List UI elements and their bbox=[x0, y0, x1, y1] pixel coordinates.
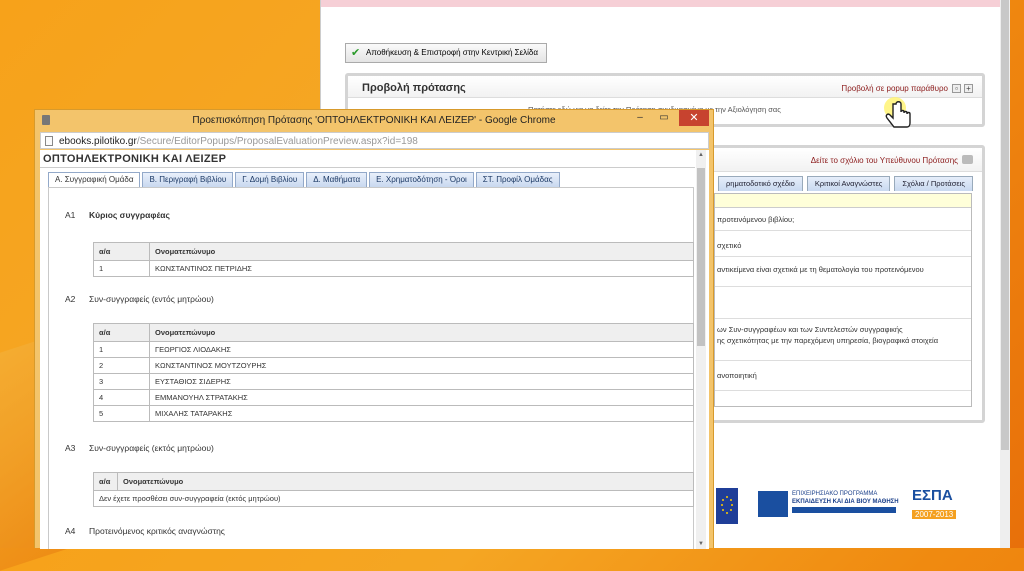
table-row: 2 ΚΩΝΣΤΑΝΤΙΝΟΣ ΜΟΥΤΖΟΥΡΗΣ bbox=[93, 357, 694, 374]
evaluation-table: προτεινόμενου βιβλίου; σχετικό αντικείμε… bbox=[714, 193, 972, 407]
evaluation-row: σχετικό bbox=[717, 241, 742, 250]
tab-comments[interactable]: Σχόλια / Προτάσεις bbox=[894, 176, 974, 191]
highlighted-row bbox=[715, 194, 971, 208]
table-row: 4 ΕΜΜΑΝΟΥΗΛ ΣΤΡΑΤΑΚΗΣ bbox=[93, 389, 694, 406]
page-icon bbox=[45, 136, 53, 146]
section-a1: Α1 Κύριος συγγραφέας bbox=[65, 210, 170, 220]
popup-browser-window: Προεπισκόπηση Πρότασης 'ΟΠΤΟΗΛΕΚΤΡΟΝΙΚΗ … bbox=[34, 109, 714, 549]
window-titlebar[interactable]: Προεπισκόπηση Πρότασης 'ΟΠΤΟΗΛΕΚΤΡΟΝΙΚΗ … bbox=[35, 110, 713, 130]
col-aa: α/α bbox=[93, 242, 150, 261]
checkmark-icon: ✔ bbox=[351, 47, 361, 59]
popup-scrollbar[interactable]: ▲ ▼ bbox=[696, 150, 706, 549]
scroll-up-icon[interactable]: ▲ bbox=[697, 152, 705, 158]
scroll-down-icon[interactable]: ▼ bbox=[697, 541, 705, 547]
save-and-return-button[interactable]: ✔ Αποθήκευση & Επιστροφή στην Κεντρική Σ… bbox=[345, 43, 547, 63]
popup-content: ΟΠΤΟΗΛΕΚΤΡΟΝΙΚΗ ΚΑΙ ΛΕΙΖΕΡ Α. Συγγραφική… bbox=[40, 150, 709, 549]
expand-icon[interactable]: + bbox=[964, 84, 973, 93]
tab-book-structure[interactable]: Γ. Δομή Βιβλίου bbox=[235, 172, 305, 187]
tab-funding-terms[interactable]: Ε. Χρηματοδότηση - Όροι bbox=[369, 172, 474, 187]
espa-logo: ΕΣΠΑ 2007-2013 bbox=[912, 488, 976, 524]
comment-icon[interactable] bbox=[962, 155, 973, 164]
col-aa: α/α bbox=[93, 323, 150, 342]
evaluation-row: ων Συν-συγγραφέων και των Συντελεστών συ… bbox=[717, 325, 903, 334]
evaluation-row: ης σχετικότητας με την παρεχόμενη υπηρεσ… bbox=[717, 336, 939, 345]
popup-window-link[interactable]: Προβολή σε popup παράθυρο bbox=[841, 84, 948, 93]
tab-panel: Α1 Κύριος συγγραφέας α/α Ονοματεπώνυμο 1 ΚΩ… bbox=[48, 187, 694, 549]
close-button[interactable]: ✕ bbox=[679, 110, 709, 126]
table-row: 5 ΜΙΧΑΛΗΣ ΤΑΤΑΡΑΚΗΣ bbox=[93, 405, 694, 422]
proposal-tabs: Α. Συγγραφική Ομάδα Β. Περιγραφή Βιβλίου… bbox=[48, 172, 560, 187]
coauthors-out-table: α/α Ονοματεπώνυμο Δεν έχετε προσθέσει συν… bbox=[93, 472, 694, 507]
page-title: ΟΠΤΟΗΛΕΚΤΡΟΝΙΚΗ ΚΑΙ ΛΕΙΖΕΡ bbox=[43, 153, 227, 165]
col-name: Ονοματεπώνυμο bbox=[117, 472, 694, 491]
evaluation-row: ανοποιητική bbox=[717, 371, 757, 380]
tab-team-profile[interactable]: ΣΤ. Προφίλ Ομάδας bbox=[475, 172, 560, 187]
tab-critical-readers[interactable]: Κριτικοί Αναγνώστες bbox=[806, 176, 891, 191]
col-aa: α/α bbox=[93, 472, 118, 491]
window-title: Προεπισκόπηση Πρότασης 'ΟΠΤΟΗΛΕΚΤΡΟΝΙΚΗ … bbox=[192, 115, 556, 126]
footer-logos: ΕΠΙΧΕΙΡΗΣΙΑΚΟ ΠΡΟΓΡΑΜΜΑ ΕΚΠΑΙΔΕΥΣΗ ΚΑΙ Δ… bbox=[716, 486, 991, 526]
col-name: Ονοματεπώνυμο bbox=[149, 323, 694, 342]
col-name: Ονοματεπώνυμο bbox=[149, 242, 694, 261]
top-banner-strip bbox=[321, 0, 1001, 7]
table-row: 1 ΚΩΝΣΤΑΝΤΙΝΟΣ ΠΕΤΡΙΔΗΣ bbox=[93, 260, 694, 277]
main-author-table: α/α Ονοματεπώνυμο 1 ΚΩΝΣΤΑΝΤΙΝΟΣ ΠΕΤΡΙΔΗΣ bbox=[93, 242, 694, 277]
panel-title: Προβολή πρότασης bbox=[362, 82, 466, 94]
evaluation-row: προτεινόμενου βιβλίου; bbox=[717, 215, 795, 224]
tab-author-team[interactable]: Α. Συγγραφική Ομάδα bbox=[48, 172, 141, 187]
section-a3: Α3 Συν-συγγραφείς (εκτός μητρώου) bbox=[65, 443, 214, 453]
hand-pointer-icon bbox=[884, 97, 911, 128]
tab-book-description[interactable]: Β. Περιγραφή Βιβλίου bbox=[142, 172, 234, 187]
table-row: 3 ΕΥΣΤΑΘΙΟΣ ΣΙΔΕΡΗΣ bbox=[93, 373, 694, 390]
background-scrollbar[interactable] bbox=[1000, 0, 1010, 548]
section-a4: Α4 Προτεινόμενος κριτικός αναγνώστης bbox=[65, 526, 225, 536]
restore-icon[interactable]: ▫ bbox=[952, 84, 961, 93]
tab-courses[interactable]: Δ. Μαθήματα bbox=[306, 172, 368, 187]
maximize-button[interactable]: ▭ bbox=[653, 110, 675, 126]
table-row: Δεν έχετε προσθέσει συν-συγγραφεία (εκτό… bbox=[93, 490, 694, 507]
scroll-thumb[interactable] bbox=[697, 168, 705, 346]
section-a2: Α2 Συν-συγγραφείς (εντός μητρώου) bbox=[65, 294, 214, 304]
manager-comment-link[interactable]: Δείτε το σχόλιο του Υπεύθυνου Πρότασης bbox=[811, 156, 958, 165]
table-row: 1 ΓΕΩΡΓΙΟΣ ΛΙΟΔΑΚΗΣ bbox=[93, 341, 694, 358]
minimize-button[interactable]: – bbox=[629, 110, 651, 126]
address-bar[interactable]: ebooks.pilotiko.gr/Secure/EditorPopups/P… bbox=[40, 132, 709, 149]
operational-programme-logo: ΕΠΙΧΕΙΡΗΣΙΑΚΟ ΠΡΟΓΡΑΜΜΑ ΕΚΠΑΙΔΕΥΣΗ ΚΑΙ Δ… bbox=[758, 489, 899, 523]
coauthors-in-table: α/α Ονοματεπώνυμο 1 ΓΕΩΡΓΙΟΣ ΛΙΟΔΑΚΗΣ 2 ΚΩΝ… bbox=[93, 323, 694, 422]
tab-funding-plan[interactable]: ρηματοδοτικό σχέδιο bbox=[718, 176, 803, 191]
evaluation-tabs: ρηματοδοτικό σχέδιο Κριτικοί Αναγνώστες … bbox=[718, 176, 974, 191]
url-text: ebooks.pilotiko.gr/Secure/EditorPopups/P… bbox=[59, 136, 418, 147]
eu-flag-logo bbox=[716, 488, 738, 524]
evaluation-row: αντικείμενα είναι σχετικά με τη θεματολο… bbox=[717, 265, 924, 274]
